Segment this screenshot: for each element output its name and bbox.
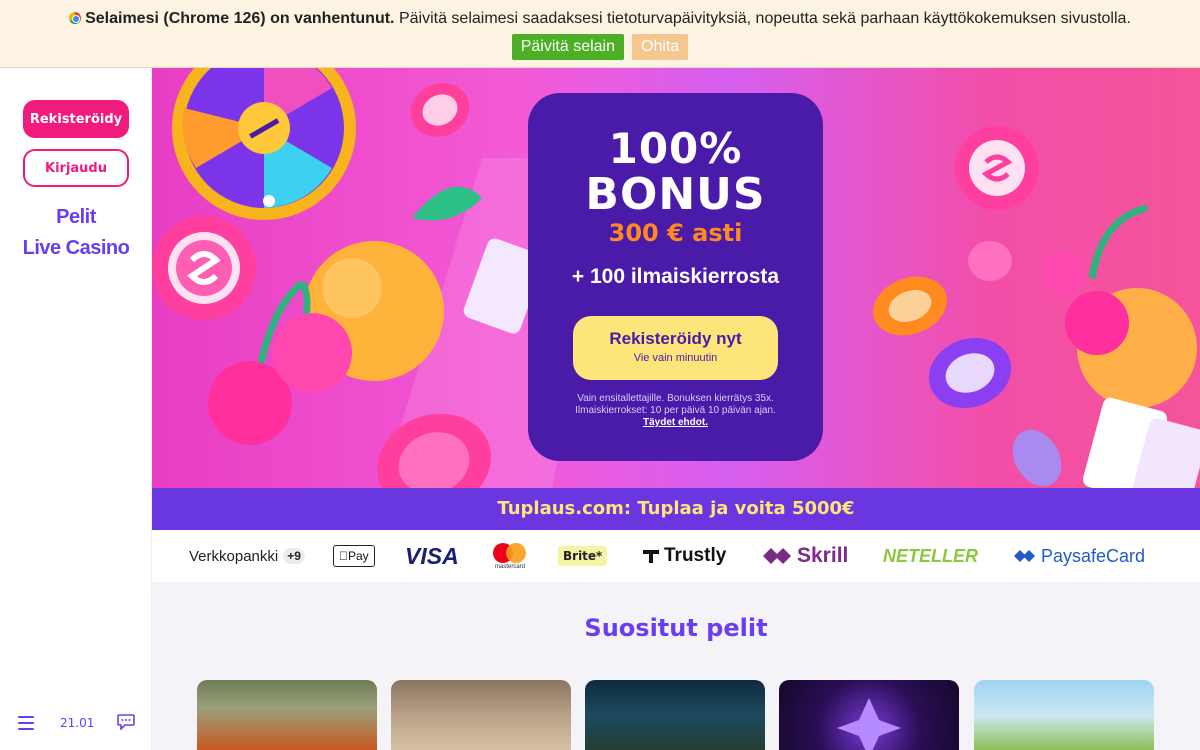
trustly-label: Trustly bbox=[664, 545, 727, 566]
payment-mastercard: mastercard bbox=[493, 530, 527, 582]
bonus-terms-text: Vain ensitallettajille. Bonuksen kierrät… bbox=[575, 393, 776, 416]
apple-icon:  bbox=[339, 549, 348, 563]
login-button[interactable]: Kirjaudu bbox=[23, 149, 129, 187]
full-terms-link[interactable]: Täydet ehdot. bbox=[643, 417, 708, 428]
register-now-label: Rekisteröidy nyt bbox=[609, 329, 742, 348]
game-tile[interactable] bbox=[779, 680, 959, 750]
apple-pay-label: Pay bbox=[339, 549, 369, 563]
promo-text: Tuplaus.com: Tuplaa ja voita 5000€ bbox=[497, 498, 855, 519]
skrill-label: Skrill bbox=[797, 544, 849, 567]
mastercard-icon bbox=[493, 542, 527, 563]
bonus-title: BONUS bbox=[585, 169, 766, 220]
promo-banner[interactable]: Tuplaus.com: Tuplaa ja voita 5000€ bbox=[152, 488, 1200, 530]
paysafecard-label: PaysafeCard bbox=[1041, 545, 1146, 566]
payment-paysafecard: PaysafeCard bbox=[1013, 530, 1145, 582]
browser-warning-text: Selaimesi (Chrome 126) on vanhentunut. P… bbox=[0, 10, 1200, 28]
skip-button[interactable]: Ohita bbox=[632, 34, 689, 60]
trustly-icon bbox=[643, 550, 659, 563]
register-now-subtitle: Vie vain minuutin bbox=[633, 352, 718, 364]
sidebar: Rekisteröidy Kirjaudu Pelit Live Casino … bbox=[0, 68, 152, 750]
payment-methods: Verkkopankki +9 Pay VISA mastercard Bri… bbox=[152, 530, 1200, 582]
sidebar-footer: 21.01 bbox=[0, 714, 152, 734]
casino-chip-icon bbox=[955, 126, 1039, 210]
casino-chip-icon bbox=[152, 216, 256, 320]
sidebar-nav: Pelit Live Casino bbox=[0, 202, 152, 264]
update-browser-button[interactable]: Päivitä selain bbox=[511, 34, 625, 60]
browser-warning-bar: Selaimesi (Chrome 126) on vanhentunut. P… bbox=[0, 0, 1200, 68]
game-tile[interactable] bbox=[585, 680, 765, 750]
bonus-terms: Vain ensitallettajille. Bonuksen kierrät… bbox=[568, 393, 783, 429]
payment-skrill: Skrill bbox=[762, 530, 848, 582]
menu-icon[interactable] bbox=[18, 716, 34, 730]
chrome-icon bbox=[69, 12, 82, 24]
browser-warning-bold: Selaimesi (Chrome 126) on vanhentunut. bbox=[85, 10, 395, 27]
payment-trustly: Trustly bbox=[641, 530, 726, 582]
payment-online-bank: Verkkopankki +9 bbox=[189, 530, 305, 582]
brite-label: Brite* bbox=[558, 546, 608, 566]
payment-neteller: NETELLER bbox=[883, 545, 979, 566]
popular-games-title: Suositut pelit bbox=[584, 614, 768, 642]
online-bank-count-badge: +9 bbox=[283, 548, 305, 564]
clock: 21.01 bbox=[60, 716, 95, 730]
star-icon bbox=[837, 698, 901, 750]
bonus-amount: 300 € asti bbox=[608, 219, 743, 247]
free-spins-text: + 100 ilmaiskierrosta bbox=[571, 265, 780, 288]
bonus-percent: 100% bbox=[608, 124, 743, 173]
register-button[interactable]: Rekisteröidy bbox=[23, 100, 129, 138]
register-now-button[interactable]: Rekisteröidy nyt Vie vain minuutin bbox=[573, 316, 778, 380]
game-tile[interactable] bbox=[974, 680, 1154, 750]
game-tile[interactable] bbox=[197, 680, 377, 750]
payment-apple-pay: Pay bbox=[333, 530, 375, 582]
mastercard-label: mastercard bbox=[494, 563, 525, 570]
sidebar-item-games[interactable]: Pelit bbox=[0, 202, 152, 233]
chat-icon[interactable] bbox=[117, 714, 135, 730]
paysafecard-icon bbox=[1014, 550, 1035, 562]
hero-banner: 100% BONUS 300 € asti + 100 ilmaiskierro… bbox=[152, 68, 1200, 488]
browser-warning-message: Päivitä selaimesi saadaksesi tietoturvap… bbox=[394, 10, 1131, 27]
bonus-card: 100% BONUS 300 € asti + 100 ilmaiskierro… bbox=[528, 93, 823, 461]
online-bank-label: Verkkopankki bbox=[189, 547, 279, 565]
fortune-wheel-icon bbox=[172, 68, 356, 220]
game-tile[interactable] bbox=[391, 680, 571, 750]
payment-visa: VISA bbox=[405, 542, 459, 569]
sidebar-item-live-casino[interactable]: Live Casino bbox=[0, 233, 152, 264]
skrill-icon bbox=[763, 548, 791, 564]
payment-brite: Brite* bbox=[558, 530, 608, 582]
